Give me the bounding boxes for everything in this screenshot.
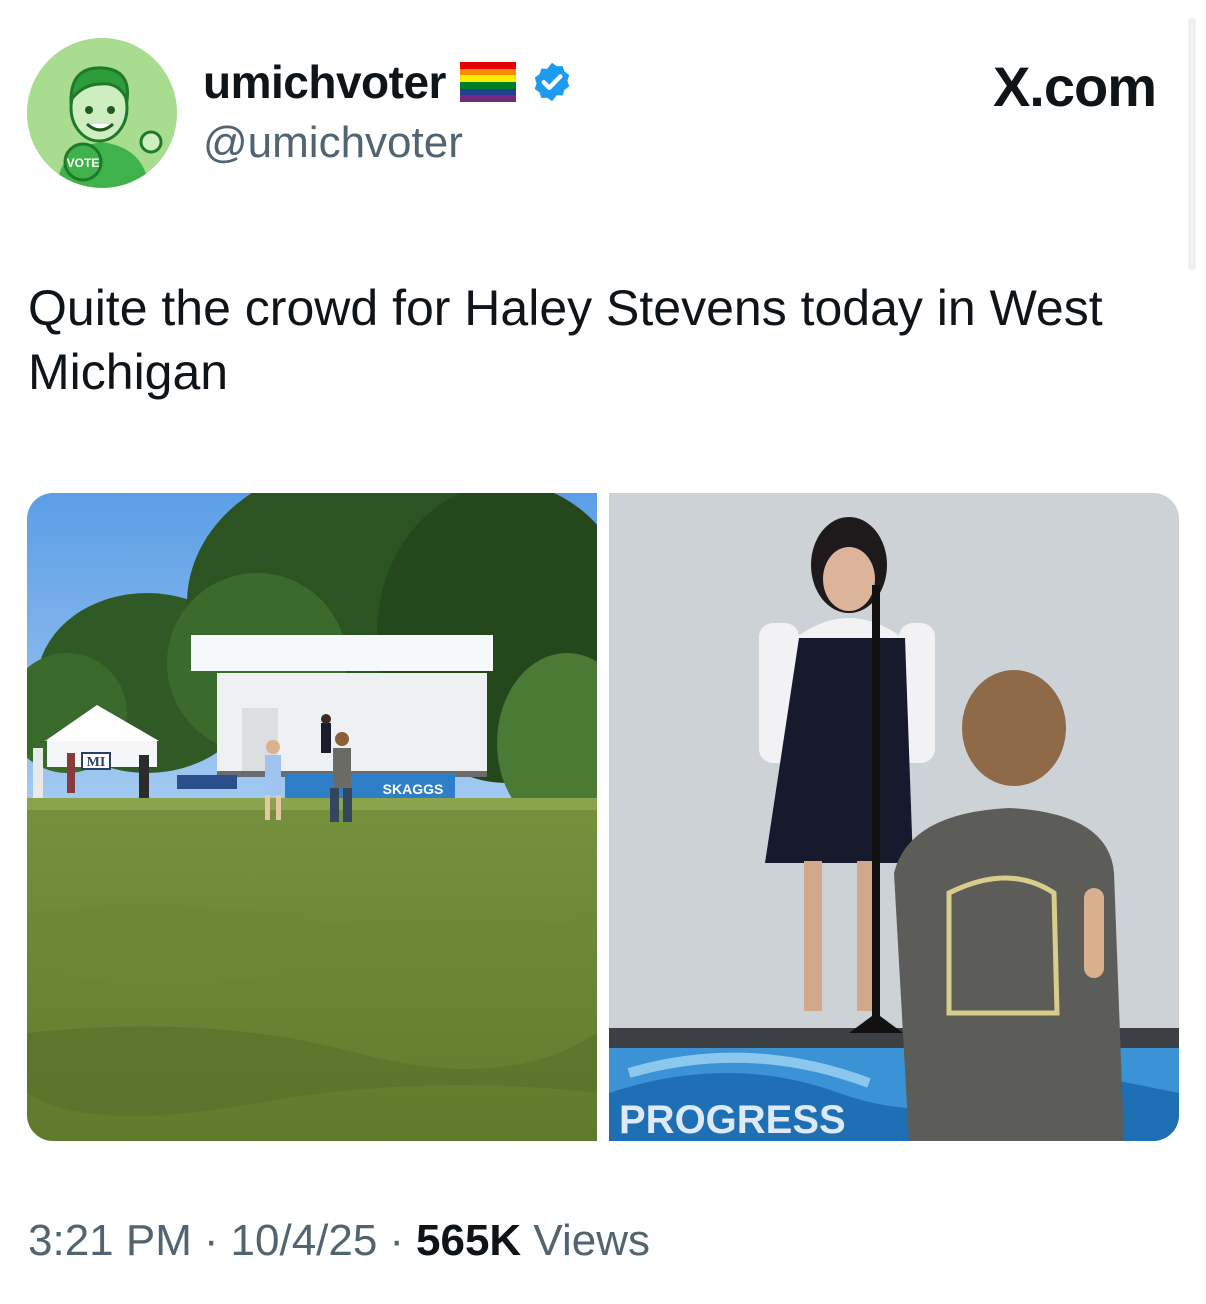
photo-speaker-closeup[interactable]: PROGRESS bbox=[609, 493, 1179, 1141]
user-handle[interactable]: @umichvoter bbox=[203, 118, 463, 168]
views-count: 565K bbox=[416, 1216, 522, 1265]
avatar-badge-text: VOTE bbox=[67, 156, 100, 170]
rainbow-flag-icon bbox=[459, 62, 516, 103]
photo1-sign-text: MI bbox=[87, 755, 106, 770]
scrollbar[interactable] bbox=[1188, 18, 1196, 270]
tweet-meta: 3:21 PM · 10/4/25 · 565K Views bbox=[28, 1216, 650, 1266]
verified-badge-icon bbox=[534, 62, 570, 102]
x-com-logo: X.com bbox=[992, 55, 1157, 118]
tweet-date[interactable]: 10/4/25 bbox=[231, 1216, 378, 1266]
meta-separator: · bbox=[389, 1216, 404, 1265]
tweet-time[interactable]: 3:21 PM bbox=[28, 1216, 192, 1266]
photo1-banner-text: SKAGGS bbox=[383, 781, 444, 797]
avatar-illustration: VOTE bbox=[27, 38, 177, 188]
display-name[interactable]: umichvoter bbox=[203, 55, 446, 109]
photo-stage-field[interactable]: MI SKAGGS bbox=[27, 493, 597, 1141]
meta-separator: · bbox=[203, 1216, 219, 1265]
photo2-banner-text: PROGRESS bbox=[619, 1098, 846, 1141]
views-label: Views bbox=[533, 1216, 650, 1265]
media-grid: MI SKAGGS PROGRESS bbox=[27, 493, 1179, 1141]
avatar[interactable]: VOTE bbox=[27, 38, 177, 188]
tweet-text: Quite the crowd for Haley Stevens today … bbox=[28, 280, 1103, 400]
user-name-row: umichvoter bbox=[203, 54, 574, 110]
